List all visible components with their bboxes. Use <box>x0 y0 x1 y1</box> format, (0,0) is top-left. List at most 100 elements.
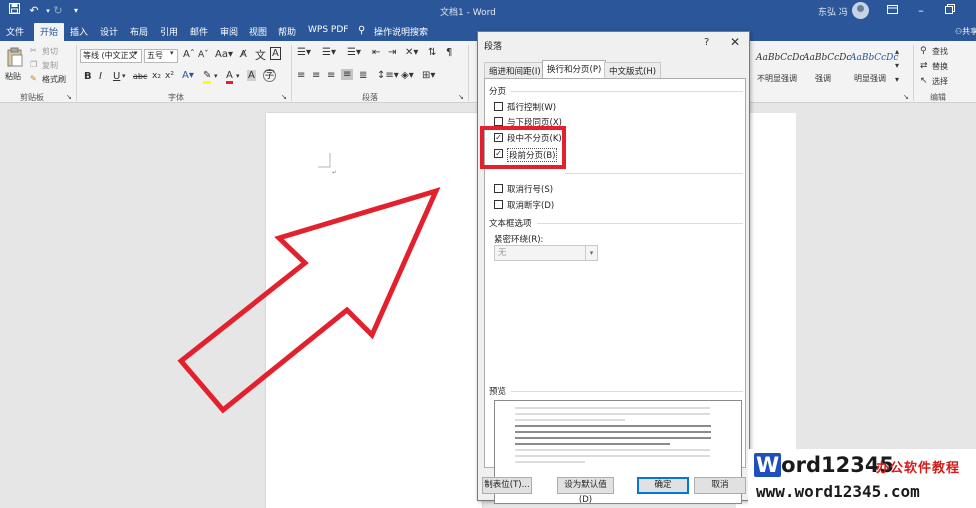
copy-button[interactable]: 复制 <box>42 60 58 71</box>
avatar[interactable] <box>852 2 869 19</box>
italic-icon[interactable]: I <box>99 71 102 82</box>
chevron-down-icon[interactable]: ▾ <box>134 49 138 57</box>
cancel-button[interactable]: 取消 <box>694 477 746 494</box>
tab-view[interactable]: 视图 <box>249 25 267 38</box>
style-emphasis[interactable]: AaBbCcDc 强调 <box>803 46 851 88</box>
pagination-heading: 分页 <box>489 87 507 97</box>
tab-line-page-breaks[interactable]: 换行和分页(P) <box>542 60 607 79</box>
suppress-line-numbers-checkbox[interactable] <box>494 184 503 193</box>
tab-layout[interactable]: 布局 <box>130 25 148 38</box>
tab-mailings[interactable]: 邮件 <box>190 25 208 38</box>
strikethrough-icon[interactable]: abc <box>133 72 147 81</box>
style-subtle-emphasis[interactable]: AaBbCcDc 不明显强调 <box>754 46 804 88</box>
justify-icon[interactable]: ≡ <box>341 69 354 80</box>
font-launcher-icon[interactable]: ↘ <box>281 93 287 101</box>
paste-button[interactable] <box>4 47 26 71</box>
user-name[interactable]: 东弘 冯 <box>818 5 848 18</box>
preview-line <box>515 419 625 421</box>
keep-with-next-checkbox[interactable] <box>494 117 503 126</box>
shading-icon[interactable]: ◈▾ <box>401 70 414 81</box>
help-icon[interactable]: ? <box>704 37 709 48</box>
align-left-icon[interactable]: ≡ <box>297 70 305 81</box>
chevron-down-icon[interactable]: ▾ <box>122 72 126 80</box>
bullets-icon[interactable]: ☰▾ <box>297 47 311 58</box>
font-name-combo[interactable]: 等线 (中文正文 <box>80 49 142 63</box>
customize-toolbar-icon[interactable]: ▾ <box>68 3 84 19</box>
widow-control-label[interactable]: 孤行控制(W) <box>507 101 556 113</box>
grow-font-icon[interactable]: Aˆ <box>183 49 195 60</box>
distributed-icon[interactable]: ≣ <box>359 70 367 81</box>
preview-line <box>515 443 670 445</box>
select-button[interactable]: 选择 <box>932 76 948 87</box>
dont-hyphenate-label[interactable]: 取消断字(D) <box>507 199 554 211</box>
subscript-icon[interactable]: x₂ <box>152 71 161 81</box>
save-icon[interactable] <box>6 3 22 19</box>
borders-icon[interactable]: ⊞▾ <box>422 70 435 81</box>
ribbon-display-options-icon[interactable] <box>884 3 900 19</box>
enclose-characters-icon[interactable]: 字 <box>263 69 276 82</box>
tell-me-search[interactable]: 操作说明搜索 <box>374 25 428 38</box>
chevron-down-icon[interactable]: ▾ <box>236 72 240 80</box>
share-button[interactable]: ⚇共享 <box>955 26 976 37</box>
underline-icon[interactable]: U <box>113 71 120 82</box>
tab-asian-typography[interactable]: 中文版式(H) <box>604 62 662 78</box>
restore-icon[interactable] <box>942 3 958 19</box>
chevron-down-icon[interactable]: ▾ <box>170 49 174 57</box>
suppress-line-numbers-label[interactable]: 取消行号(S) <box>507 183 553 195</box>
tight-wrap-dropdown[interactable]: 无 ▾ <box>494 245 598 261</box>
align-right-icon[interactable]: ≡ <box>327 70 335 81</box>
cut-button[interactable]: 剪切 <box>42 46 58 57</box>
format-painter-button[interactable]: 格式刷 <box>42 74 66 85</box>
sort-icon[interactable]: ⇅ <box>428 47 436 58</box>
decrease-indent-icon[interactable]: ⇤ <box>372 47 380 58</box>
styles-scroll-up-icon[interactable]: ▴ <box>895 47 899 56</box>
character-shading-icon[interactable]: A <box>247 70 256 81</box>
tab-help[interactable]: 帮助 <box>278 25 296 38</box>
font-color-icon[interactable]: A <box>226 70 233 84</box>
tab-file[interactable]: 文件 <box>6 25 24 38</box>
font-group-label: 字体 <box>168 93 184 102</box>
document-page[interactable]: ↵ <box>266 113 482 508</box>
clipboard-launcher-icon[interactable]: ↘ <box>66 93 72 101</box>
tab-home[interactable]: 开始 <box>34 23 65 41</box>
styles-more-icon[interactable]: ▾ <box>895 75 899 84</box>
highlight-icon[interactable]: ✎ <box>203 70 212 84</box>
dont-hyphenate-checkbox[interactable] <box>494 200 503 209</box>
line-spacing-icon[interactable]: ↕≡▾ <box>377 70 399 81</box>
align-center-icon[interactable]: ≡ <box>312 70 320 81</box>
chinese-layout-icon[interactable]: ✕▾ <box>405 47 418 58</box>
ok-button[interactable]: 确定 <box>637 477 689 494</box>
change-case-icon[interactable]: Aa▾ <box>215 49 233 60</box>
tab-indents-spacing[interactable]: 缩进和间距(I) <box>484 62 546 78</box>
minimize-icon[interactable]: – <box>913 3 929 19</box>
share-label: 共享 <box>962 27 976 36</box>
paragraph-launcher-icon[interactable]: ↘ <box>458 93 464 101</box>
set-as-default-button[interactable]: 设为默认值(D) <box>557 477 614 505</box>
redo-icon[interactable]: ↻ <box>50 3 66 19</box>
tab-wps-pdf[interactable]: WPS PDF <box>308 25 348 35</box>
superscript-icon[interactable]: x² <box>165 71 174 81</box>
numbering-icon[interactable]: ☰▾ <box>322 47 336 58</box>
shrink-font-icon[interactable]: Aˇ <box>198 50 209 60</box>
replace-button[interactable]: 替换 <box>932 61 948 72</box>
clear-format-icon[interactable]: A̸ <box>240 49 247 60</box>
close-icon[interactable]: ✕ <box>730 35 740 49</box>
style-intense-emphasis[interactable]: AaBbCcDc 明显强调 <box>850 46 898 88</box>
increase-indent-icon[interactable]: ⇥ <box>388 47 396 58</box>
tabs-button[interactable]: 制表位(T)... <box>482 477 532 494</box>
find-button[interactable]: 查找 <box>932 46 948 57</box>
tab-insert[interactable]: 插入 <box>70 25 88 38</box>
multilevel-list-icon[interactable]: ☰▾ <box>347 47 361 58</box>
text-effects-icon[interactable]: A▾ <box>182 70 194 81</box>
chevron-down-icon[interactable]: ▾ <box>214 72 218 80</box>
show-marks-icon[interactable]: ¶ <box>446 47 452 58</box>
tab-review[interactable]: 审阅 <box>220 25 238 38</box>
character-border-icon[interactable]: A <box>270 47 281 60</box>
bold-icon[interactable]: B <box>84 71 92 82</box>
styles-scroll-down-icon[interactable]: ▾ <box>895 61 899 70</box>
tab-references[interactable]: 引用 <box>160 25 178 38</box>
phonetic-guide-icon[interactable]: 文 <box>255 47 266 63</box>
styles-launcher-icon[interactable]: ↘ <box>903 93 909 101</box>
tab-design[interactable]: 设计 <box>100 25 118 38</box>
widow-control-checkbox[interactable] <box>494 102 503 111</box>
